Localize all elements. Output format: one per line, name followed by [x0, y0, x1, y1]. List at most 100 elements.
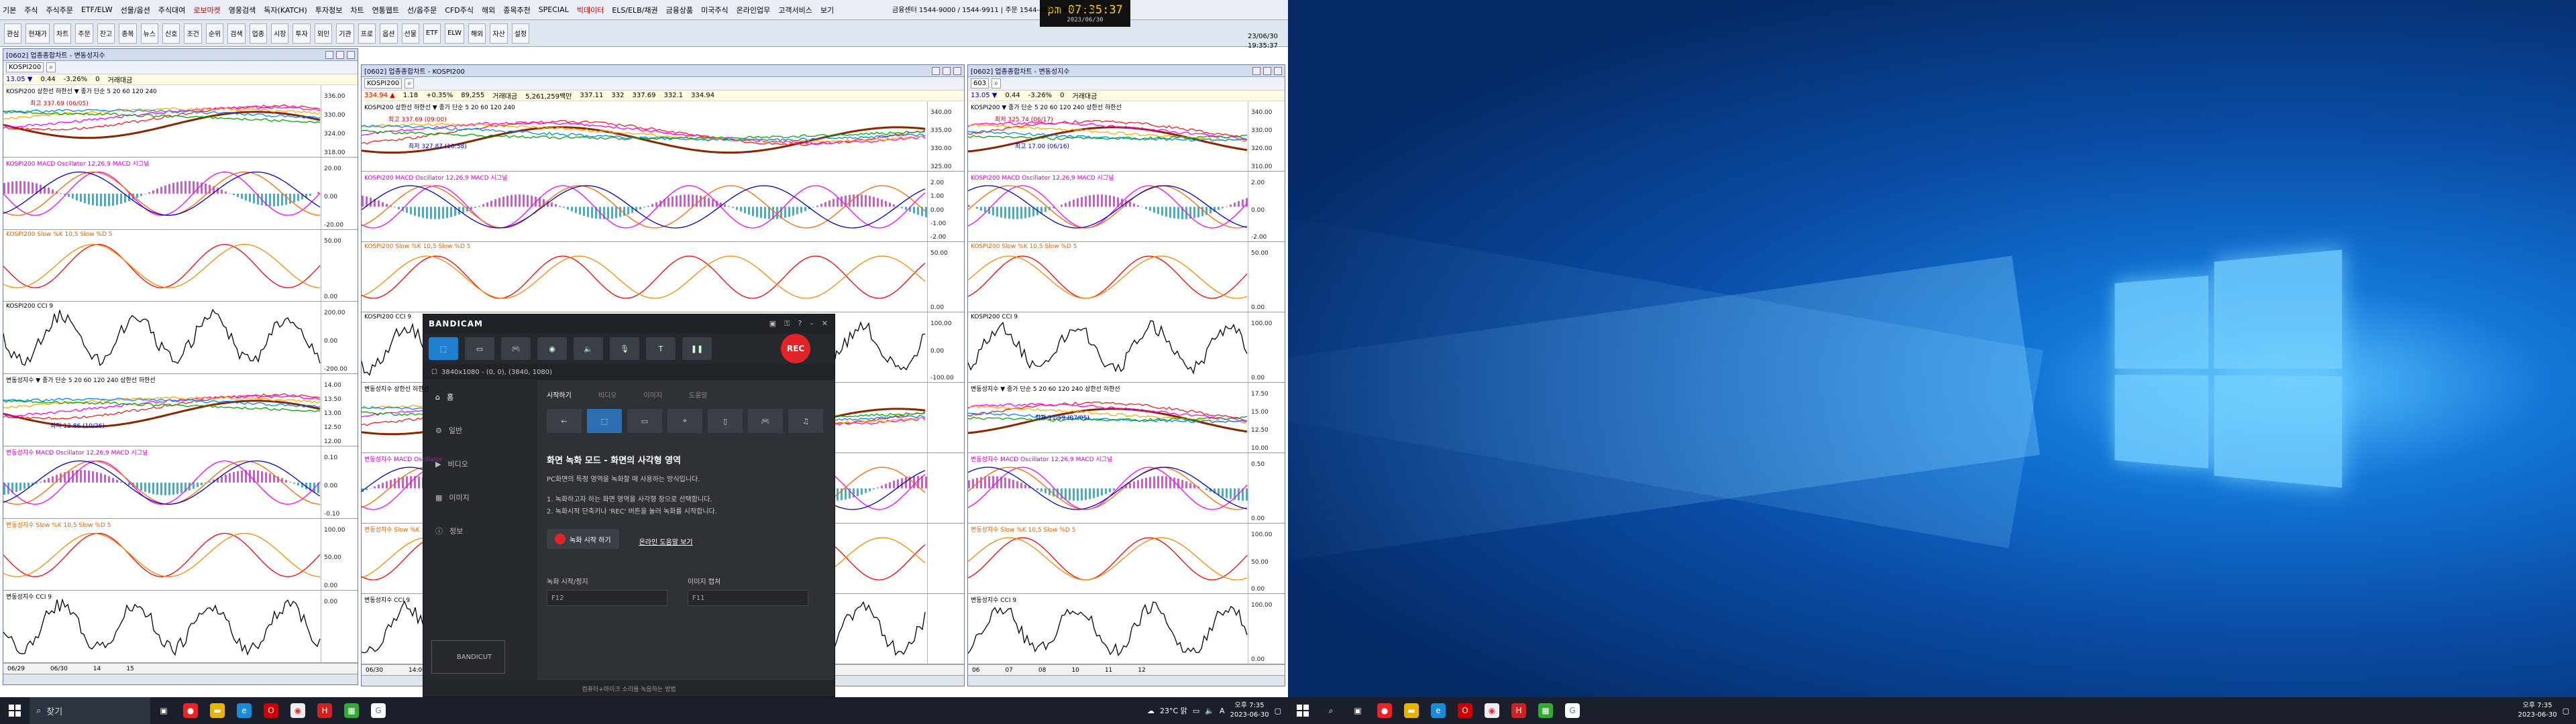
toolbar-button[interactable]: 프로: [358, 23, 376, 44]
window-title-bar[interactable]: [0602] 업종종합차트 - KOSPI200: [362, 65, 964, 77]
nav-general[interactable]: ⚙ 일반: [423, 414, 537, 447]
indicator-panel[interactable]: 변동성지수 CCI 9 0.00: [3, 591, 358, 663]
app-grid-icon[interactable]: ▦: [1538, 703, 1553, 718]
nav-info[interactable]: ⓘ 정보: [423, 514, 537, 548]
weather-icon[interactable]: ☁: [1147, 707, 1155, 715]
task-view-icon[interactable]: ▣: [1350, 703, 1365, 718]
toolbar-button[interactable]: 현재가: [25, 23, 50, 44]
toolbar-button[interactable]: 선물: [401, 23, 419, 44]
menu-item[interactable]: 선물/옵션: [121, 5, 150, 15]
toolbar-button[interactable]: 투자: [292, 23, 311, 44]
minimize-icon[interactable]: [325, 50, 333, 59]
close-icon[interactable]: [953, 66, 961, 75]
toolbar-button[interactable]: 차트: [54, 23, 72, 44]
code-input[interactable]: 603: [971, 78, 989, 88]
menu-item[interactable]: 투자정보: [315, 5, 342, 15]
start-button[interactable]: [0, 697, 30, 724]
indicator-panel[interactable]: KOSPI200 상한선 하한선 ▼ 종가 단순 5 20 60 120 240…: [3, 85, 358, 158]
indicator-panel[interactable]: 변동성지수 ▼ 종가 단순 5 20 60 120 240 상한선 하한선 17.…: [968, 383, 1285, 453]
indicator-panel[interactable]: KOSPI200 Slow %K 10,5 Slow %D 5 50.00 0.00: [362, 242, 964, 312]
toolbar-button[interactable]: ELW: [445, 23, 464, 44]
bandicut-button[interactable]: BANDICUT: [431, 640, 505, 674]
online-help-link[interactable]: 온라인 도움말 보기: [639, 539, 693, 546]
tab-help[interactable]: 도움말: [689, 389, 708, 400]
notification-icon[interactable]: ▢: [2563, 707, 2569, 715]
hotkey-rec-field[interactable]: F12: [547, 590, 667, 606]
close-icon[interactable]: [347, 50, 355, 59]
file-explorer-icon[interactable]: ▬: [1404, 703, 1419, 718]
rectangle-mode-icon[interactable]: ⬚: [587, 409, 622, 433]
network-icon[interactable]: ▭: [1193, 707, 1199, 715]
menu-item[interactable]: 종목추천: [503, 5, 530, 15]
chrome-icon[interactable]: ◉: [290, 703, 305, 718]
toolbar-button[interactable]: 외인: [314, 23, 333, 44]
indicator-panel[interactable]: 변동성지수 Slow %K 10,5 Slow %D 5 100.00 50.00 0…: [968, 524, 1285, 594]
google-icon[interactable]: G: [371, 703, 386, 718]
menu-item[interactable]: 빅데이터: [577, 5, 604, 15]
menu-item[interactable]: 연통웹트: [372, 5, 399, 15]
menu-item[interactable]: 미국주식: [701, 5, 728, 15]
checkbox-icon[interactable]: ☐: [431, 369, 437, 376]
chart-window-volatility-2[interactable]: [0602] 업종종합차트 - 변동성지수 603 ⌕ 13.05 ▼ 0.44 -3…: [967, 64, 1285, 686]
opera-icon[interactable]: O: [264, 703, 278, 718]
indicator-panel[interactable]: KOSPI200 CCI 9 100.00 0.00: [968, 312, 1285, 383]
chart-window-volatility[interactable]: [0602] 업종종합차트 - 변동성지수 KOSPI200 ⌕ 13.05 ▼ 0…: [3, 48, 358, 685]
taskbar-clock[interactable]: 오후 7:35 2023-06-30: [1230, 701, 1269, 720]
search-icon[interactable]: ⌕: [1324, 703, 1338, 718]
close-icon[interactable]: ✕: [822, 319, 828, 328]
maximize-icon[interactable]: [336, 50, 344, 59]
nav-video[interactable]: ▶ 비디오: [423, 447, 537, 481]
game-mode-icon[interactable]: 🎮: [748, 409, 783, 433]
device-mode-icon[interactable]: ▭: [465, 337, 494, 360]
toolbar-button[interactable]: 검색: [227, 23, 246, 44]
hotkey-img-field[interactable]: F11: [688, 590, 808, 606]
bandicam-footer-link[interactable]: 컴퓨터+마이크 소리를 녹음하는 방법: [423, 680, 835, 697]
nav-home[interactable]: ⌂ 홈: [423, 380, 537, 414]
indicator-panel[interactable]: KOSPI200 MACD Oscillator 12,26,9 MACD 시그…: [3, 157, 358, 230]
search-box[interactable]: ⌕ 찾기: [30, 697, 150, 724]
indicator-panel[interactable]: KOSPI200 ▼ 종가 단순 5 20 60 120 240 상한선 하한선…: [968, 101, 1285, 172]
maximize-icon[interactable]: [943, 66, 951, 75]
menu-item[interactable]: 주식대여: [158, 5, 185, 15]
toolbar-button[interactable]: 자산: [490, 23, 508, 44]
toolbar-button[interactable]: ETF: [423, 23, 441, 44]
indicator-panel[interactable]: 변동성지수 ▼ 종가 단순 5 20 60 120 240 상한선 하한선 14.…: [3, 374, 358, 446]
toolbar-button[interactable]: 해외: [468, 23, 486, 44]
toolbar-button[interactable]: 설정: [511, 23, 530, 44]
bandicam-window[interactable]: BANDICAM ▣ ⚿? – ✕ ⬚ ▭ 🎮 ◉ 🔈 🎙 T ❚❚ REC ☐ 384…: [423, 314, 835, 697]
toolbar-button[interactable]: 옵션: [380, 23, 398, 44]
language-indicator[interactable]: A: [1220, 707, 1225, 715]
rec-button[interactable]: REC: [781, 334, 810, 363]
audio-mode-icon[interactable]: ♫: [788, 409, 823, 433]
app-grid-icon[interactable]: ▦: [344, 703, 359, 718]
toolbar-button[interactable]: 주문: [75, 23, 93, 44]
code-input[interactable]: KOSPI200: [6, 62, 44, 72]
indicator-panel[interactable]: 변동성지수 CCI 9 100.00 0.00: [968, 594, 1285, 664]
search-icon[interactable]: ⌕: [46, 62, 56, 72]
edge-icon[interactable]: e: [237, 703, 252, 718]
minimize-icon[interactable]: [932, 66, 940, 75]
search-icon[interactable]: ⌕: [405, 78, 414, 88]
speaker-icon[interactable]: 🔈: [574, 337, 603, 360]
indicator-panel[interactable]: 변동성지수 MACD Oscillator 12,26,9 MACD 시그널 0.…: [3, 446, 358, 519]
search-icon[interactable]: ⌕: [991, 78, 1001, 88]
indicator-panel[interactable]: 변동성지수 Slow %K 10,5 Slow %D 5 100.00 50.00 0…: [3, 518, 358, 591]
menu-item[interactable]: 주식주문: [46, 5, 73, 15]
start-recording-button[interactable]: 녹화 시작 하기: [547, 529, 619, 549]
start-button[interactable]: [1288, 697, 1318, 724]
toolbar-button[interactable]: 업종: [249, 23, 268, 44]
weather-text[interactable]: 23°C 맑: [1160, 705, 1187, 716]
folder-icon[interactable]: ▣: [769, 319, 776, 328]
webcam-icon[interactable]: ◉: [537, 337, 567, 360]
menu-item[interactable]: SPECIAL: [539, 5, 569, 14]
hts-icon[interactable]: H: [1511, 703, 1526, 718]
menu-item[interactable]: 로보마켓: [193, 5, 220, 15]
menu-item[interactable]: 온라인업무: [737, 5, 771, 15]
pause-icon[interactable]: ❚❚: [682, 337, 712, 360]
indicator-panel[interactable]: KOSPI200 Slow %K 10,5 Slow %D 5 50.00 0.00: [3, 229, 358, 302]
maximize-icon[interactable]: [1263, 66, 1271, 75]
indicator-panel[interactable]: 변동성지수 MACD Oscillator 12,26,9 MACD 시그널 0.…: [968, 453, 1285, 524]
menu-item[interactable]: 고객서비스: [778, 5, 812, 15]
menu-item[interactable]: 해외: [482, 5, 495, 15]
menu-item[interactable]: 주식: [24, 5, 38, 15]
